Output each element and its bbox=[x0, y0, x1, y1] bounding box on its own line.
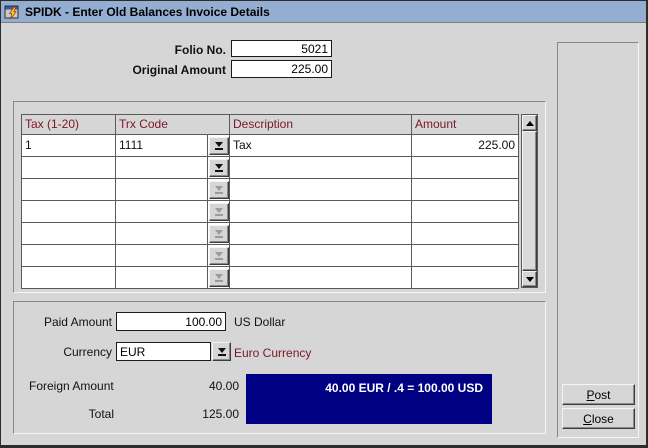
post-button[interactable]: Post bbox=[562, 384, 635, 405]
cell-description[interactable]: Tax bbox=[230, 135, 412, 157]
cell-amount[interactable] bbox=[412, 179, 519, 201]
table-row bbox=[22, 267, 519, 289]
down-arrow-underline-icon bbox=[215, 251, 223, 260]
cell-amount[interactable] bbox=[412, 157, 519, 179]
currency-lov-button[interactable] bbox=[212, 342, 231, 361]
cell-tax[interactable] bbox=[22, 245, 116, 267]
cell-trx-code[interactable] bbox=[116, 267, 208, 289]
tax-table-header: Tax (1-20) Trx Code Description Amount bbox=[22, 115, 519, 135]
currency-input[interactable] bbox=[116, 342, 211, 361]
currency-label: Currency bbox=[21, 345, 112, 359]
cell-lov bbox=[208, 201, 230, 223]
cell-lov bbox=[208, 157, 230, 179]
currency-description-label: Euro Currency bbox=[234, 346, 311, 360]
cell-tax[interactable] bbox=[22, 179, 116, 201]
cell-amount[interactable] bbox=[412, 223, 519, 245]
cell-lov bbox=[208, 179, 230, 201]
cell-amount[interactable]: 225.00 bbox=[412, 135, 519, 157]
trx-code-lov-button[interactable] bbox=[209, 247, 229, 265]
foreign-amount-value: 40.00 bbox=[139, 379, 239, 393]
table-row bbox=[22, 223, 519, 245]
down-arrow-underline-icon bbox=[215, 185, 223, 194]
cell-lov bbox=[208, 267, 230, 289]
scroll-up-button[interactable] bbox=[522, 115, 537, 131]
table-row bbox=[22, 245, 519, 267]
cell-description[interactable] bbox=[230, 267, 412, 289]
cell-trx-code[interactable] bbox=[116, 223, 208, 245]
cell-amount[interactable] bbox=[412, 267, 519, 289]
paid-amount-input[interactable] bbox=[116, 312, 226, 331]
down-arrow-underline-icon bbox=[215, 163, 223, 172]
down-arrow-underline-icon bbox=[218, 347, 226, 356]
cell-tax[interactable] bbox=[22, 267, 116, 289]
down-arrow-underline-icon bbox=[215, 229, 223, 238]
cell-tax[interactable] bbox=[22, 157, 116, 179]
cell-description[interactable] bbox=[230, 223, 412, 245]
cell-lov bbox=[208, 223, 230, 245]
scroll-down-button[interactable] bbox=[522, 271, 537, 287]
trx-code-lov-button[interactable] bbox=[209, 137, 229, 155]
trx-code-lov-button[interactable] bbox=[209, 269, 229, 287]
trx-code-lov-button[interactable] bbox=[209, 225, 229, 243]
trx-code-lov-button[interactable] bbox=[209, 181, 229, 199]
cell-tax[interactable] bbox=[22, 201, 116, 223]
down-arrow-underline-icon bbox=[215, 141, 223, 150]
cell-trx-code[interactable]: 1111 bbox=[116, 135, 208, 157]
col-header-amount: Amount bbox=[412, 115, 519, 135]
original-amount-label: Original Amount bbox=[61, 63, 226, 77]
paid-currency-label: US Dollar bbox=[234, 315, 285, 329]
cell-trx-code[interactable] bbox=[116, 179, 208, 201]
window-title: SPIDK - Enter Old Balances Invoice Detai… bbox=[25, 5, 270, 19]
cell-amount[interactable] bbox=[412, 245, 519, 267]
table-row bbox=[22, 201, 519, 223]
col-header-description: Description bbox=[230, 115, 412, 135]
total-value: 125.00 bbox=[139, 407, 239, 421]
cell-trx-code[interactable] bbox=[116, 245, 208, 267]
total-label: Total bbox=[29, 407, 114, 421]
table-row bbox=[22, 157, 519, 179]
cell-amount[interactable] bbox=[412, 201, 519, 223]
table-row bbox=[22, 179, 519, 201]
col-header-trx-code: Trx Code bbox=[116, 115, 230, 135]
cell-trx-code[interactable] bbox=[116, 157, 208, 179]
down-arrow-underline-icon bbox=[215, 273, 223, 282]
conversion-display: 40.00 EUR / .4 = 100.00 USD bbox=[246, 374, 492, 424]
up-arrow-icon bbox=[526, 121, 534, 126]
down-arrow-underline-icon bbox=[215, 207, 223, 216]
cell-description[interactable] bbox=[230, 157, 412, 179]
app-icon bbox=[4, 4, 21, 20]
cell-description[interactable] bbox=[230, 201, 412, 223]
cell-tax[interactable] bbox=[22, 223, 116, 245]
table-row: 1 1111 Tax 225.00 bbox=[22, 135, 519, 157]
table-scrollbar[interactable] bbox=[521, 114, 538, 288]
scrollbar-thumb[interactable] bbox=[522, 131, 537, 271]
close-button[interactable]: Close bbox=[562, 408, 635, 429]
cell-lov bbox=[208, 135, 230, 157]
trx-code-lov-button[interactable] bbox=[209, 159, 229, 177]
original-amount-input[interactable] bbox=[231, 60, 332, 78]
cell-description[interactable] bbox=[230, 245, 412, 267]
action-panel bbox=[557, 42, 639, 438]
cell-tax[interactable]: 1 bbox=[22, 135, 116, 157]
dialog-window: SPIDK - Enter Old Balances Invoice Detai… bbox=[0, 0, 648, 448]
cell-trx-code[interactable] bbox=[116, 201, 208, 223]
folio-label: Folio No. bbox=[61, 43, 226, 57]
down-arrow-icon bbox=[526, 277, 534, 282]
folio-input[interactable] bbox=[231, 40, 332, 57]
title-bar[interactable]: SPIDK - Enter Old Balances Invoice Detai… bbox=[1, 1, 646, 23]
paid-amount-label: Paid Amount bbox=[21, 315, 112, 329]
tax-table: Tax (1-20) Trx Code Description Amount 1… bbox=[21, 114, 519, 289]
col-header-tax: Tax (1-20) bbox=[22, 115, 116, 135]
cell-description[interactable] bbox=[230, 179, 412, 201]
foreign-amount-label: Foreign Amount bbox=[29, 379, 114, 393]
trx-code-lov-button[interactable] bbox=[209, 203, 229, 221]
cell-lov bbox=[208, 245, 230, 267]
